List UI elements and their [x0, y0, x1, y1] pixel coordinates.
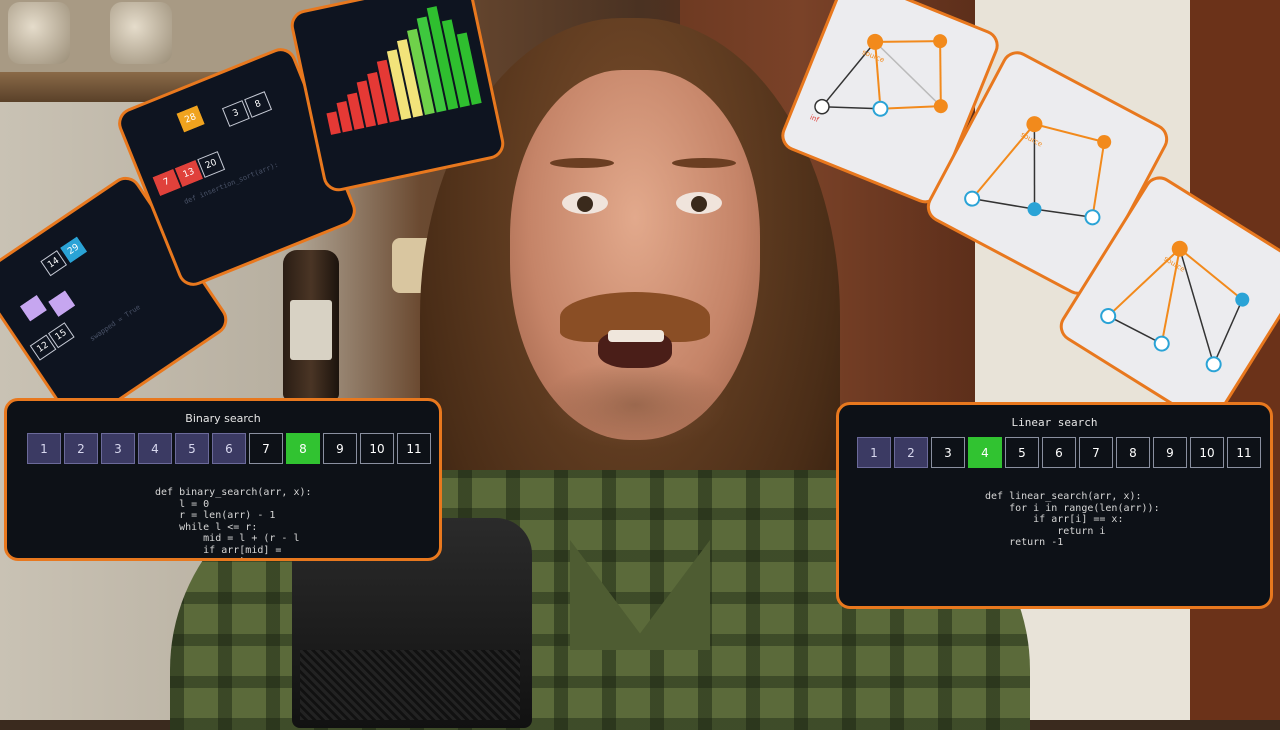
beard-stubble [540, 360, 730, 450]
linear-search-panel: Linear search 1 2 3 4 5 6 7 8 9 10 11 def linear_s… [836, 402, 1273, 609]
array-cell-compare [20, 295, 47, 322]
array-cells: 1 2 3 4 5 6 7 8 9 10 11 [27, 433, 431, 464]
source-label: source [1019, 131, 1043, 149]
bubble-sort-code: swapped = True [88, 303, 142, 343]
bars [326, 6, 482, 135]
array-cell: 7 [1079, 437, 1113, 468]
code-line: def binary_search(arr, x): [155, 487, 312, 498]
code-line: if arr[i] == x: [985, 514, 1124, 525]
code-line: mid = l + (r - l [155, 533, 300, 544]
array-cell: 3 [101, 433, 135, 464]
code-line: l = 0 [155, 498, 210, 510]
array-cell: 4 [138, 433, 172, 464]
array-cell: 6 [212, 433, 246, 464]
code-line: r = len(arr) - 1 [155, 510, 276, 521]
array-cell: 2 [894, 437, 928, 468]
shelf-jar [110, 2, 172, 64]
array-cell: 6 [1042, 437, 1076, 468]
bar [326, 111, 341, 135]
array-cell-found: 4 [968, 437, 1002, 468]
code-line: if arr[mid] = [155, 544, 282, 556]
microphone-windscreen [300, 650, 520, 720]
array-cell: 2 [64, 433, 98, 464]
array-cell: 14 [40, 250, 68, 277]
array-cell: 7 [249, 433, 283, 464]
code-line: def linear_search(arr, x): [985, 491, 1142, 502]
array-cell: 3 [931, 437, 965, 468]
array-cell: 8 [1116, 437, 1150, 468]
code-line: return i [985, 525, 1106, 537]
source-label: source [861, 48, 886, 64]
array-cell: 8 [244, 91, 273, 118]
array-cell: 1 [857, 437, 891, 468]
array-cells: 1 2 3 4 5 6 7 8 9 10 11 [857, 437, 1261, 468]
array-cell-compare [48, 290, 76, 317]
array-cell: 11 [397, 433, 431, 464]
array-cell: 10 [360, 433, 394, 464]
right-eye [676, 192, 722, 214]
array-cell: 9 [323, 433, 357, 464]
left-eye [562, 192, 608, 214]
panel-title: Binary search [185, 412, 261, 425]
array-cell: 10 [1190, 437, 1224, 468]
array-cell-highlight: 28 [176, 105, 205, 133]
code-line: for i in range(len(arr)): [985, 502, 1160, 514]
inf-label: inf [809, 113, 821, 124]
array-cell: 20 [197, 151, 226, 178]
array-cell-highlight: 29 [60, 236, 87, 263]
teeth [608, 330, 664, 342]
array-cell: 1 [27, 433, 61, 464]
code-line: while l <= r: [155, 521, 258, 533]
linear-search-code: def linear_search(arr, x): for i in rang… [985, 491, 1160, 549]
array-cell: 11 [1227, 437, 1261, 468]
array-cell: 9 [1153, 437, 1187, 468]
code-line: return -1 [985, 537, 1064, 548]
array-cell: 5 [175, 433, 209, 464]
panel-title: Linear search [1011, 416, 1098, 429]
array-cell: 5 [1005, 437, 1039, 468]
right-eyebrow [672, 158, 736, 168]
code-line: return [155, 556, 312, 558]
binary-search-panel: Binary search 1 2 3 4 5 6 7 8 9 10 11 def binary_s… [4, 398, 442, 561]
array-cell-found: 8 [286, 433, 320, 464]
left-eyebrow [550, 158, 614, 168]
bottle-label [290, 300, 332, 360]
binary-search-code: def binary_search(arr, x): l = 0 r = len… [155, 487, 312, 558]
shelf-jar [8, 2, 70, 64]
